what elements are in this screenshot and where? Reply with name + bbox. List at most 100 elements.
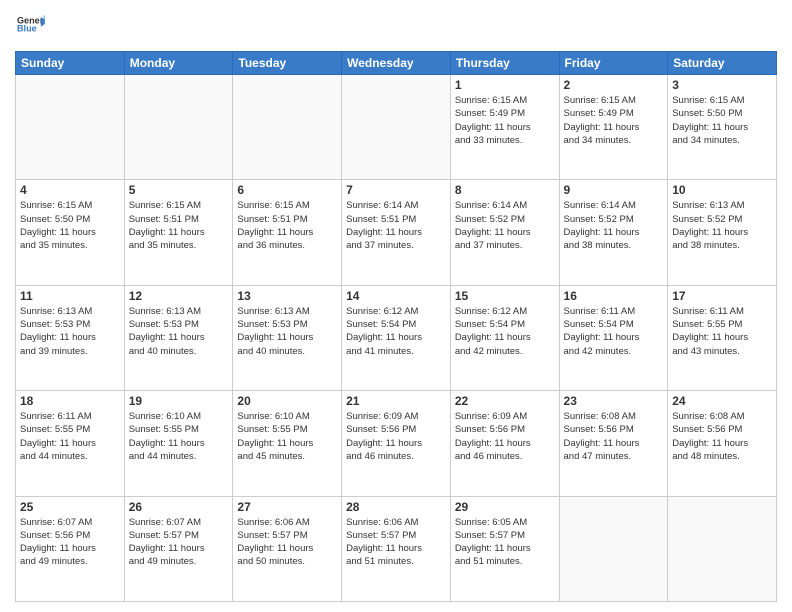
calendar-cell: 28 Sunrise: 6:06 AM Sunset: 5:57 PM Dayli… — [342, 496, 451, 601]
day-number: 21 — [346, 394, 446, 408]
calendar-cell: 8 Sunrise: 6:14 AM Sunset: 5:52 PM Daylig… — [450, 180, 559, 285]
week-row-1: 4Sunrise: 6:15 AM Sunset: 5:50 PM Daylig… — [16, 180, 777, 285]
day-info: Sunrise: 6:13 AM Sunset: 5:53 PM Dayligh… — [129, 305, 229, 358]
calendar-cell: 13Sunrise: 6:13 AM Sunset: 5:53 PM Dayli… — [233, 285, 342, 390]
day-number: 17 — [672, 289, 772, 303]
calendar-cell — [668, 496, 777, 601]
weekday-header-saturday: Saturday — [668, 52, 777, 75]
calendar-cell: 4Sunrise: 6:15 AM Sunset: 5:50 PM Daylig… — [16, 180, 125, 285]
calendar-cell: 16 Sunrise: 6:11 AM Sunset: 5:54 PM Dayli… — [559, 285, 668, 390]
day-number: 20 — [237, 394, 337, 408]
weekday-header-sunday: Sunday — [16, 52, 125, 75]
day-number: 3 — [672, 78, 772, 92]
day-number: 5 — [129, 183, 229, 197]
calendar-cell: 14 Sunrise: 6:12 AM Sunset: 5:54 PM Dayli… — [342, 285, 451, 390]
day-info: Sunrise: 6:09 AM Sunset: 5:56 PM Dayligh… — [346, 410, 446, 463]
day-number: 7 — [346, 183, 446, 197]
calendar-cell: 10 Sunrise: 6:13 AM Sunset: 5:52 PM Dayli… — [668, 180, 777, 285]
calendar-cell: 24 Sunrise: 6:08 AM Sunset: 5:56 PM Dayli… — [668, 391, 777, 496]
calendar-cell — [124, 75, 233, 180]
calendar-cell: 5 Sunrise: 6:15 AM Sunset: 5:51 PM Daylig… — [124, 180, 233, 285]
day-info: Sunrise: 6:10 AM Sunset: 5:55 PM Dayligh… — [237, 410, 337, 463]
calendar-cell: 11 Sunrise: 6:13 AM Sunset: 5:53 PM Dayli… — [16, 285, 125, 390]
day-info: Sunrise: 6:11 AM Sunset: 5:55 PM Dayligh… — [20, 410, 120, 463]
week-row-3: 18 Sunrise: 6:11 AM Sunset: 5:55 PM Dayli… — [16, 391, 777, 496]
calendar-table: SundayMondayTuesdayWednesdayThursdayFrid… — [15, 51, 777, 602]
day-info: Sunrise: 6:15 AM Sunset: 5:51 PM Dayligh… — [237, 199, 337, 252]
day-info: Sunrise: 6:12 AM Sunset: 5:54 PM Dayligh… — [346, 305, 446, 358]
calendar-cell: 20 Sunrise: 6:10 AM Sunset: 5:55 PM Dayli… — [233, 391, 342, 496]
day-number: 16 — [564, 289, 664, 303]
day-info: Sunrise: 6:15 AM Sunset: 5:49 PM Dayligh… — [455, 94, 555, 147]
calendar-cell: 7 Sunrise: 6:14 AM Sunset: 5:51 PM Daylig… — [342, 180, 451, 285]
day-number: 28 — [346, 500, 446, 514]
day-info: Sunrise: 6:15 AM Sunset: 5:51 PM Dayligh… — [129, 199, 229, 252]
day-info: Sunrise: 6:15 AM Sunset: 5:50 PM Dayligh… — [20, 199, 120, 252]
calendar-cell: 17 Sunrise: 6:11 AM Sunset: 5:55 PM Dayli… — [668, 285, 777, 390]
day-info: Sunrise: 6:15 AM Sunset: 5:49 PM Dayligh… — [564, 94, 664, 147]
day-info: Sunrise: 6:13 AM Sunset: 5:53 PM Dayligh… — [20, 305, 120, 358]
week-row-0: 1 Sunrise: 6:15 AM Sunset: 5:49 PM Daylig… — [16, 75, 777, 180]
calendar-cell: 25 Sunrise: 6:07 AM Sunset: 5:56 PM Dayli… — [16, 496, 125, 601]
day-info: Sunrise: 6:13 AM Sunset: 5:53 PM Dayligh… — [237, 305, 337, 358]
calendar-cell: 26 Sunrise: 6:07 AM Sunset: 5:57 PM Dayli… — [124, 496, 233, 601]
day-number: 19 — [129, 394, 229, 408]
day-number: 26 — [129, 500, 229, 514]
day-info: Sunrise: 6:11 AM Sunset: 5:55 PM Dayligh… — [672, 305, 772, 358]
day-number: 22 — [455, 394, 555, 408]
header: General Blue — [15, 10, 777, 43]
day-info: Sunrise: 6:11 AM Sunset: 5:54 PM Dayligh… — [564, 305, 664, 358]
day-number: 10 — [672, 183, 772, 197]
day-info: Sunrise: 6:06 AM Sunset: 5:57 PM Dayligh… — [346, 516, 446, 569]
day-info: Sunrise: 6:15 AM Sunset: 5:50 PM Dayligh… — [672, 94, 772, 147]
day-number: 27 — [237, 500, 337, 514]
day-info: Sunrise: 6:12 AM Sunset: 5:54 PM Dayligh… — [455, 305, 555, 358]
logo-icon: General Blue — [17, 10, 45, 38]
day-info: Sunrise: 6:10 AM Sunset: 5:55 PM Dayligh… — [129, 410, 229, 463]
week-row-4: 25 Sunrise: 6:07 AM Sunset: 5:56 PM Dayli… — [16, 496, 777, 601]
calendar-cell: 29 Sunrise: 6:05 AM Sunset: 5:57 PM Dayli… — [450, 496, 559, 601]
day-info: Sunrise: 6:13 AM Sunset: 5:52 PM Dayligh… — [672, 199, 772, 252]
day-number: 14 — [346, 289, 446, 303]
day-info: Sunrise: 6:09 AM Sunset: 5:56 PM Dayligh… — [455, 410, 555, 463]
weekday-header-thursday: Thursday — [450, 52, 559, 75]
day-number: 2 — [564, 78, 664, 92]
day-number: 18 — [20, 394, 120, 408]
weekday-header-row: SundayMondayTuesdayWednesdayThursdayFrid… — [16, 52, 777, 75]
calendar-cell — [342, 75, 451, 180]
calendar-cell: 22 Sunrise: 6:09 AM Sunset: 5:56 PM Dayli… — [450, 391, 559, 496]
day-number: 25 — [20, 500, 120, 514]
calendar-cell: 1 Sunrise: 6:15 AM Sunset: 5:49 PM Daylig… — [450, 75, 559, 180]
calendar-cell: 12 Sunrise: 6:13 AM Sunset: 5:53 PM Dayli… — [124, 285, 233, 390]
logo: General Blue — [15, 10, 45, 43]
calendar-cell: 18 Sunrise: 6:11 AM Sunset: 5:55 PM Dayli… — [16, 391, 125, 496]
day-number: 1 — [455, 78, 555, 92]
day-number: 8 — [455, 183, 555, 197]
calendar-cell: 19 Sunrise: 6:10 AM Sunset: 5:55 PM Dayli… — [124, 391, 233, 496]
weekday-header-wednesday: Wednesday — [342, 52, 451, 75]
calendar-cell: 3 Sunrise: 6:15 AM Sunset: 5:50 PM Daylig… — [668, 75, 777, 180]
day-info: Sunrise: 6:14 AM Sunset: 5:51 PM Dayligh… — [346, 199, 446, 252]
calendar-cell: 27 Sunrise: 6:06 AM Sunset: 5:57 PM Dayli… — [233, 496, 342, 601]
day-number: 29 — [455, 500, 555, 514]
day-info: Sunrise: 6:06 AM Sunset: 5:57 PM Dayligh… — [237, 516, 337, 569]
weekday-header-tuesday: Tuesday — [233, 52, 342, 75]
page: General Blue SundayMondayTuesdayWednesda… — [0, 0, 792, 612]
weekday-header-friday: Friday — [559, 52, 668, 75]
day-number: 6 — [237, 183, 337, 197]
calendar-cell: 23Sunrise: 6:08 AM Sunset: 5:56 PM Dayli… — [559, 391, 668, 496]
calendar-cell — [16, 75, 125, 180]
day-info: Sunrise: 6:05 AM Sunset: 5:57 PM Dayligh… — [455, 516, 555, 569]
day-info: Sunrise: 6:07 AM Sunset: 5:56 PM Dayligh… — [20, 516, 120, 569]
day-number: 15 — [455, 289, 555, 303]
day-info: Sunrise: 6:14 AM Sunset: 5:52 PM Dayligh… — [455, 199, 555, 252]
day-info: Sunrise: 6:14 AM Sunset: 5:52 PM Dayligh… — [564, 199, 664, 252]
day-info: Sunrise: 6:08 AM Sunset: 5:56 PM Dayligh… — [672, 410, 772, 463]
day-number: 9 — [564, 183, 664, 197]
day-number: 11 — [20, 289, 120, 303]
calendar-cell: 15 Sunrise: 6:12 AM Sunset: 5:54 PM Dayli… — [450, 285, 559, 390]
day-number: 23 — [564, 394, 664, 408]
day-info: Sunrise: 6:07 AM Sunset: 5:57 PM Dayligh… — [129, 516, 229, 569]
day-number: 12 — [129, 289, 229, 303]
day-number: 24 — [672, 394, 772, 408]
